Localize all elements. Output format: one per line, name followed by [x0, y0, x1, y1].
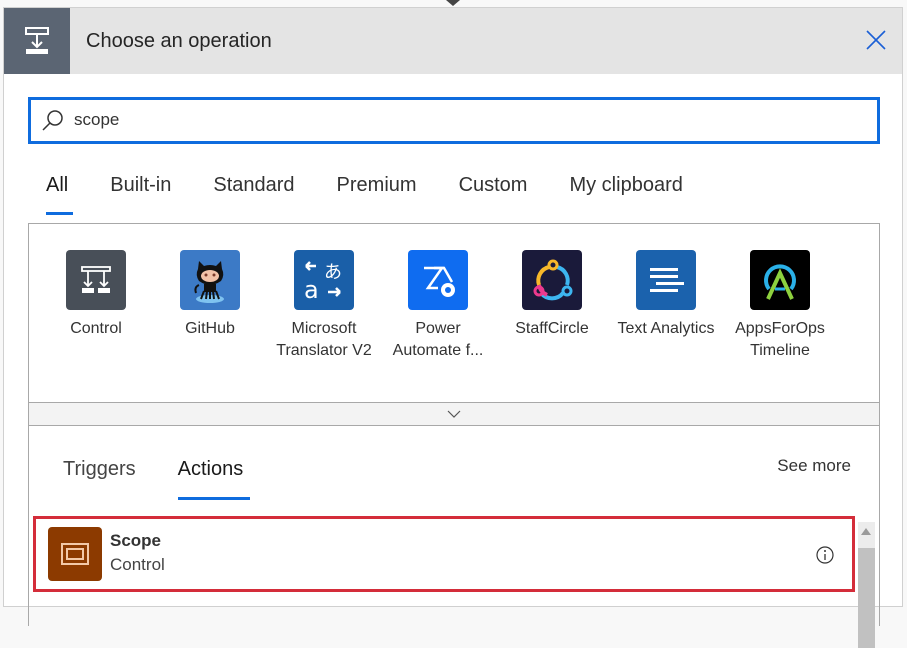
tab-my-clipboard[interactable]: My clipboard	[569, 174, 682, 197]
connector-github[interactable]: GitHub	[155, 250, 265, 340]
action-item-scope[interactable]: Scope Control	[33, 516, 855, 592]
result-tabs: Triggers Actions	[63, 458, 285, 500]
close-icon[interactable]	[864, 28, 888, 52]
connector-control[interactable]: Control	[41, 250, 151, 340]
tab-triggers[interactable]: Triggers	[63, 458, 136, 481]
info-icon[interactable]	[816, 546, 834, 564]
connector-label: GitHub	[185, 320, 235, 337]
connector-label: Microsoft Translator V2	[276, 320, 372, 359]
scroll-thumb[interactable]	[858, 548, 875, 648]
github-icon	[180, 250, 240, 310]
connector-label: Text Analytics	[617, 320, 715, 337]
category-tabs: All Built-in Standard Premium Custom My …	[46, 174, 725, 215]
appsforops-icon	[750, 250, 810, 310]
translator-icon: a あ	[294, 250, 354, 310]
search-icon	[42, 110, 63, 131]
connectors-list: Control GitHub a あ Microsoft Translator …	[28, 223, 880, 403]
scroll-up-arrow[interactable]	[861, 528, 871, 535]
tab-all[interactable]: All	[46, 174, 74, 215]
search-box[interactable]	[28, 97, 880, 144]
pointer-arrow	[446, 0, 460, 6]
tab-actions[interactable]: Actions	[177, 458, 250, 500]
connector-label: Control	[70, 320, 122, 337]
connector-label: Power Automate f...	[392, 320, 484, 359]
results-scrollbar[interactable]	[858, 522, 875, 648]
search-input[interactable]	[74, 110, 834, 130]
panel-title: Choose an operation	[86, 30, 272, 52]
text-analytics-icon	[636, 250, 696, 310]
connector-label: StaffCircle	[515, 320, 589, 337]
control-flow-icon	[4, 8, 70, 74]
results-panel: Triggers Actions See more Scope Control	[28, 426, 880, 648]
tab-standard[interactable]: Standard	[213, 174, 294, 197]
tab-built-in[interactable]: Built-in	[110, 174, 171, 197]
connector-appsforops-timeline[interactable]: AppsForOps Timeline	[725, 250, 835, 362]
scope-icon	[48, 527, 102, 581]
power-automate-icon	[408, 250, 468, 310]
chevron-down-icon	[447, 410, 461, 418]
tab-custom[interactable]: Custom	[459, 174, 528, 197]
close-button[interactable]	[864, 28, 888, 52]
svg-text:あ: あ	[324, 262, 342, 283]
tab-premium[interactable]: Premium	[337, 174, 417, 197]
staffcircle-icon	[522, 250, 582, 310]
control-icon	[66, 250, 126, 310]
connector-label: AppsForOps Timeline	[735, 320, 825, 359]
expand-connectors-button[interactable]	[28, 402, 880, 426]
connector-microsoft-translator[interactable]: a あ Microsoft Translator V2	[269, 250, 379, 362]
action-connector: Control	[110, 555, 165, 574]
connector-power-automate[interactable]: Power Automate f...	[383, 250, 493, 362]
action-name: Scope	[110, 531, 162, 550]
panel-header: Choose an operation	[4, 8, 902, 74]
svg-text:a: a	[304, 276, 319, 302]
see-more-link[interactable]: See more	[777, 456, 851, 476]
choose-operation-panel: Choose an operation All Built-in Standar…	[3, 7, 903, 648]
connector-text-analytics[interactable]: Text Analytics	[611, 250, 721, 340]
connector-staffcircle[interactable]: StaffCircle	[497, 250, 607, 340]
